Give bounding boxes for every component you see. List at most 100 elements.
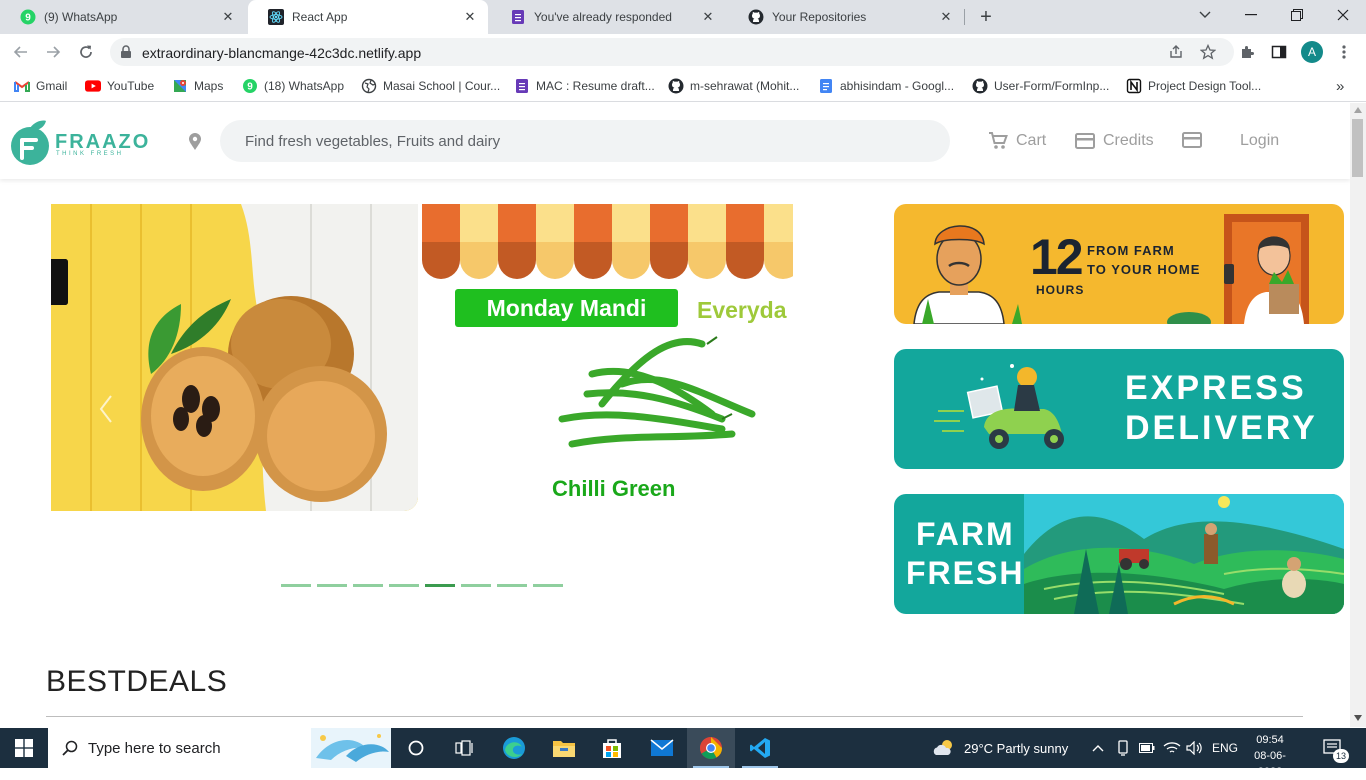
clock-date: 08-06-2022 xyxy=(1254,750,1286,778)
side-panel-button[interactable] xyxy=(1265,38,1293,66)
chrome-taskbar-button[interactable] xyxy=(687,728,735,768)
chilli-green-label: Chilli Green xyxy=(552,476,676,501)
windows-logo-icon xyxy=(15,739,33,757)
speaker-icon xyxy=(1186,741,1202,755)
svg-text:9: 9 xyxy=(25,13,31,24)
forward-button[interactable] xyxy=(39,38,67,66)
language-indicator[interactable]: ENG xyxy=(1212,728,1238,768)
bookmark-label: m-sehrawat (Mohit... xyxy=(690,79,800,93)
carousel-dot[interactable] xyxy=(281,584,311,587)
taskbar-search-box[interactable]: Type here to search xyxy=(48,728,391,768)
scrollbar-thumb[interactable] xyxy=(1352,119,1363,177)
carousel-dot[interactable] xyxy=(389,584,419,587)
minimize-button[interactable] xyxy=(1228,0,1274,30)
vscode-taskbar-button[interactable] xyxy=(736,728,784,768)
chrome-icon xyxy=(700,737,722,759)
promo-12-hours[interactable]: 12 HOURS FROM FARM TO YOUR HOME xyxy=(894,204,1344,324)
carousel-dot[interactable] xyxy=(353,584,383,587)
to-your-home-text: TO YOUR HOME xyxy=(1087,262,1201,277)
address-bar[interactable]: extraordinary-blancmange-42c3dc.netlify.… xyxy=(110,38,1234,66)
network-indicator[interactable] xyxy=(1163,728,1181,768)
bookmark-whatsapp[interactable]: 9 (18) WhatsApp xyxy=(242,76,344,96)
carousel-dot[interactable] xyxy=(317,584,347,587)
extensions-button[interactable] xyxy=(1233,38,1261,66)
google-docs-icon xyxy=(818,78,834,94)
bookmark-label: User-Form/FormInp... xyxy=(994,79,1110,93)
tab-react-app[interactable]: React App ✕ xyxy=(248,0,488,34)
weather-widget[interactable]: 29°C Partly sunny xyxy=(932,728,1068,768)
volume-indicator[interactable] xyxy=(1186,728,1204,768)
carousel-dot-active[interactable] xyxy=(425,584,455,587)
menu-button[interactable] xyxy=(1330,38,1358,66)
close-tab-icon[interactable]: ✕ xyxy=(462,9,478,25)
github-icon xyxy=(748,9,764,25)
bookmark-abhisindam[interactable]: abhisindam - Googl... xyxy=(818,76,954,96)
tab-whatsapp[interactable]: 9 (9) WhatsApp ✕ xyxy=(0,0,246,34)
whatsapp-icon: 9 xyxy=(20,9,36,25)
bookmark-label: abhisindam - Googl... xyxy=(840,79,955,93)
globe-icon xyxy=(361,78,377,94)
search-icon xyxy=(62,740,78,756)
google-forms-icon xyxy=(514,78,530,94)
farm-landscape-illustration xyxy=(1024,494,1344,614)
start-button[interactable] xyxy=(0,728,48,768)
reload-button[interactable] xyxy=(72,38,100,66)
tab-github[interactable]: Your Repositories ✕ xyxy=(728,0,964,34)
search-highlight-dolphins-icon xyxy=(311,728,391,768)
edge-taskbar-button[interactable] xyxy=(490,728,538,768)
credits-link[interactable]: Credits xyxy=(1075,132,1154,150)
cortana-button[interactable] xyxy=(392,728,440,768)
bookmark-m-sehrawat[interactable]: m-sehrawat (Mohit... xyxy=(668,76,799,96)
file-explorer-button[interactable] xyxy=(540,728,588,768)
bookmark-project-design[interactable]: Project Design Tool... xyxy=(1126,76,1261,96)
page-scrollbar[interactable] xyxy=(1350,103,1366,727)
hours-number: 12 xyxy=(1030,229,1084,285)
carousel-dot[interactable] xyxy=(533,584,563,587)
battery-indicator[interactable] xyxy=(1139,728,1155,768)
tab-search-button[interactable] xyxy=(1182,0,1228,30)
hero-carousel[interactable]: Monday Mandi Everyda Chilli Green xyxy=(51,204,793,511)
profile-button[interactable]: A xyxy=(1298,38,1326,66)
close-tab-icon[interactable]: ✕ xyxy=(938,9,954,25)
close-tab-icon[interactable]: ✕ xyxy=(220,9,236,25)
bookmark-masai[interactable]: Masai School | Cour... xyxy=(361,76,500,96)
location-pin-icon[interactable] xyxy=(188,133,202,151)
mail-button[interactable] xyxy=(638,728,686,768)
device-icon xyxy=(1118,740,1128,756)
restore-button[interactable] xyxy=(1274,0,1320,30)
back-button[interactable] xyxy=(7,38,35,66)
bookmark-youtube[interactable]: YouTube xyxy=(85,76,154,96)
bookmark-gmail[interactable]: Gmail xyxy=(14,76,67,96)
url-text[interactable]: extraordinary-blancmange-42c3dc.netlify.… xyxy=(142,45,421,61)
folder-icon xyxy=(553,741,575,757)
notification-center-button[interactable]: 13 xyxy=(1322,728,1349,768)
clock[interactable]: 09:54 08-06-2022 xyxy=(1248,732,1292,780)
tab-title: (9) WhatsApp xyxy=(44,10,118,24)
bookmark-label: Maps xyxy=(194,79,224,93)
promo-express-delivery[interactable]: EXPRESS DELIVERY xyxy=(894,349,1344,469)
new-tab-button[interactable]: + xyxy=(974,5,998,29)
microsoft-store-button[interactable] xyxy=(588,728,636,768)
login-link[interactable]: Login xyxy=(1240,132,1279,150)
from-farm-text: FROM FARM xyxy=(1087,243,1175,258)
bookmark-user-form[interactable]: User-Form/FormInp... xyxy=(972,76,1109,96)
carousel-dot[interactable] xyxy=(461,584,491,587)
meet-now-button[interactable] xyxy=(1116,728,1130,768)
bookmark-maps[interactable]: Maps xyxy=(172,76,223,96)
close-tab-icon[interactable]: ✕ xyxy=(700,9,716,25)
bookmark-resume[interactable]: MAC : Resume draft... xyxy=(514,76,655,96)
store-icon xyxy=(603,739,621,758)
task-view-button[interactable] xyxy=(440,728,488,768)
more-bookmarks-button[interactable]: » xyxy=(1336,76,1344,96)
notification-count-badge: 13 xyxy=(1333,749,1349,763)
tab-title: Your Repositories xyxy=(772,10,867,24)
bookmark-label: Project Design Tool... xyxy=(1148,79,1262,93)
cart-link[interactable]: Cart xyxy=(988,132,1046,150)
close-window-button[interactable] xyxy=(1320,0,1366,30)
tab-google-form[interactable]: You've already responded ✕ xyxy=(490,0,726,34)
show-hidden-icons-button[interactable] xyxy=(1092,728,1104,768)
promo-farm-fresh[interactable]: FARM FRESH xyxy=(894,494,1344,614)
carousel-dot[interactable] xyxy=(497,584,527,587)
product-search-input[interactable]: Find fresh vegetables, Fruits and dairy xyxy=(220,120,950,162)
wallet-link[interactable] xyxy=(1182,132,1202,148)
